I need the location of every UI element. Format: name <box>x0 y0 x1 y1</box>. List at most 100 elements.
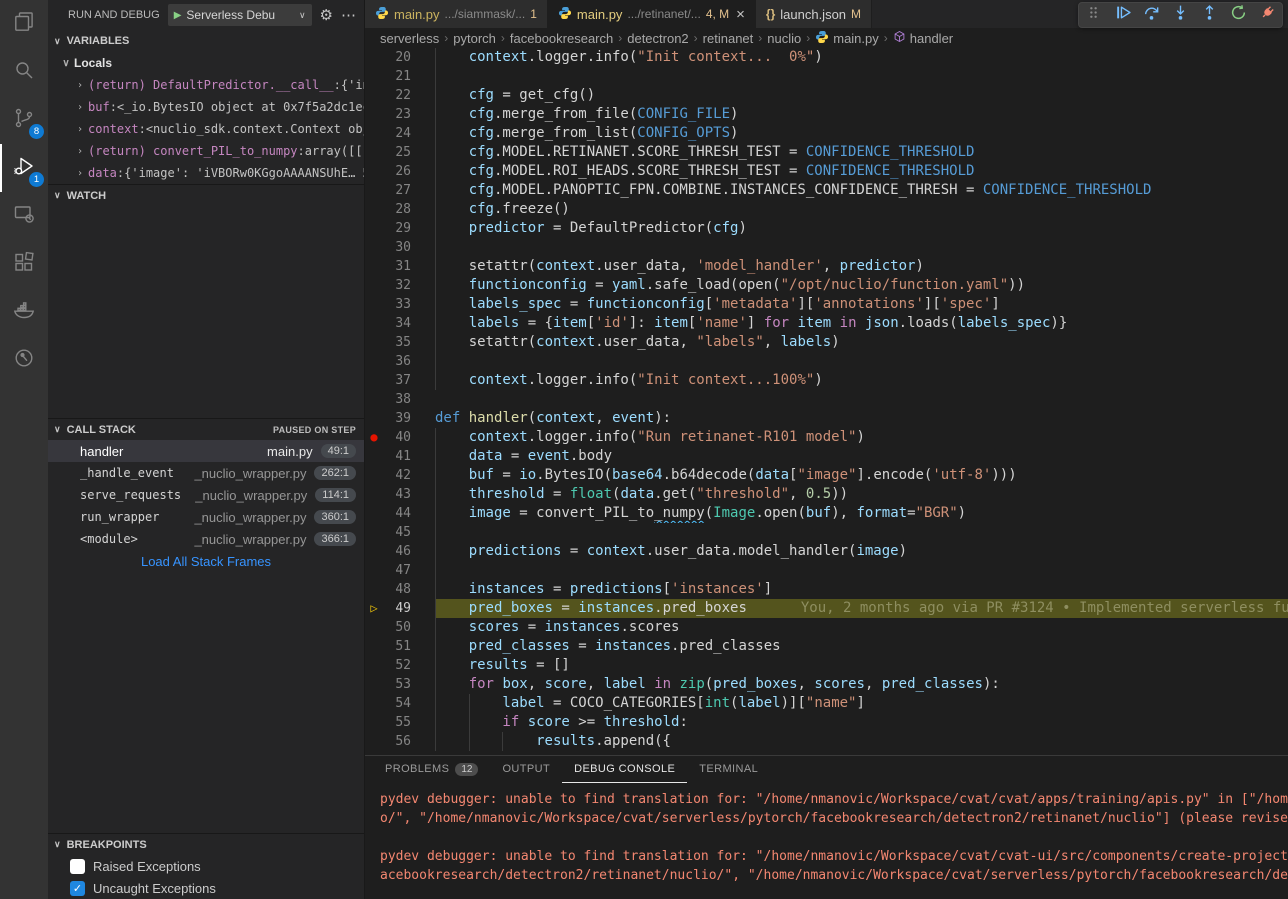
activity-extensions[interactable] <box>0 240 48 288</box>
code-line[interactable]: 28cfg.freeze() <box>365 200 1288 219</box>
gutter[interactable]: 37 <box>365 371 435 390</box>
step-over-button[interactable] <box>1143 4 1160 26</box>
gutter[interactable]: 45 <box>365 523 435 542</box>
code-line[interactable]: 56results.append({ <box>365 732 1288 751</box>
code-text[interactable]: predictions = context.user_data.model_ha… <box>435 542 1288 561</box>
code-line[interactable]: 35setattr(context.user_data, "labels", l… <box>365 333 1288 352</box>
code-text[interactable]: cfg = get_cfg() <box>435 86 1288 105</box>
gutter[interactable]: ▷49 <box>365 599 435 618</box>
step-into-button[interactable] <box>1172 4 1189 26</box>
code-line[interactable]: 22cfg = get_cfg() <box>365 86 1288 105</box>
code-text[interactable] <box>435 561 1288 580</box>
code-line[interactable]: 51pred_classes = instances.pred_classes <box>365 637 1288 656</box>
gutter[interactable]: 23 <box>365 105 435 124</box>
variable-row[interactable]: ›context: <nuclio_sdk.context.Context ob… <box>48 118 364 140</box>
code-text[interactable]: context.logger.info("Run retinanet-R101 … <box>435 428 1288 447</box>
gutter[interactable]: 21 <box>365 67 435 86</box>
variable-row[interactable]: ›(return) DefaultPredictor.__call__: {'i… <box>48 74 364 96</box>
code-text[interactable]: data = event.body <box>435 447 1288 466</box>
breadcrumb-item-main.py[interactable]: main.py <box>815 30 879 47</box>
code-line[interactable]: 23cfg.merge_from_file(CONFIG_FILE) <box>365 105 1288 124</box>
breakpoint-row[interactable]: Raised Exceptions <box>48 855 364 877</box>
code-text[interactable]: threshold = float(data.get("threshold", … <box>435 485 1288 504</box>
gutter[interactable]: 43 <box>365 485 435 504</box>
code-line[interactable]: ●40context.logger.info("Run retinanet-R1… <box>365 428 1288 447</box>
code-line[interactable]: 25cfg.MODEL.RETINANET.SCORE_THRESH_TEST … <box>365 143 1288 162</box>
code-line[interactable]: 47 <box>365 561 1288 580</box>
stack-frame-row[interactable]: run_wrapper_nuclio_wrapper.py360:1 <box>48 506 364 528</box>
code-line[interactable]: 29predictor = DefaultPredictor(cfg) <box>365 219 1288 238</box>
gutter[interactable]: 52 <box>365 656 435 675</box>
gutter[interactable]: 25 <box>365 143 435 162</box>
gutter[interactable]: 44 <box>365 504 435 523</box>
checkbox-unchecked[interactable] <box>70 859 85 874</box>
breadcrumb-item-detectron2[interactable]: detectron2 <box>627 31 688 46</box>
code-line[interactable]: 24cfg.merge_from_list(CONFIG_OPTS) <box>365 124 1288 143</box>
code-line[interactable]: ▷49pred_boxes = instances.pred_boxesYou,… <box>365 599 1288 618</box>
code-line[interactable]: 53for box, score, label in zip(pred_boxe… <box>365 675 1288 694</box>
code-text[interactable]: predictor = DefaultPredictor(cfg) <box>435 219 1288 238</box>
gutter[interactable]: 48 <box>365 580 435 599</box>
code-text[interactable]: cfg.merge_from_file(CONFIG_FILE) <box>435 105 1288 124</box>
stack-frame-row[interactable]: <module>_nuclio_wrapper.py366:1 <box>48 528 364 550</box>
gutter[interactable]: 20 <box>365 48 435 67</box>
activity-docker[interactable] <box>0 288 48 336</box>
code-text[interactable]: for box, score, label in zip(pred_boxes,… <box>435 675 1288 694</box>
code-line[interactable]: 26cfg.MODEL.ROI_HEADS.SCORE_THRESH_TEST … <box>365 162 1288 181</box>
code-line[interactable]: 30 <box>365 238 1288 257</box>
code-line[interactable]: 32functionconfig = yaml.safe_load(open("… <box>365 276 1288 295</box>
code-text[interactable]: setattr(context.user_data, 'model_handle… <box>435 257 1288 276</box>
variables-section-header[interactable]: ∨ VARIABLES <box>48 30 364 52</box>
code-text[interactable] <box>435 390 1288 409</box>
code-text[interactable]: pred_boxes = instances.pred_boxesYou, 2 … <box>435 599 1288 618</box>
continue-button[interactable] <box>1114 4 1131 26</box>
panel-tab-debug-console[interactable]: DEBUG CONSOLE <box>562 756 687 783</box>
stack-frame-row[interactable]: _handle_event_nuclio_wrapper.py262:1 <box>48 462 364 484</box>
gutter[interactable]: 54 <box>365 694 435 713</box>
code-line[interactable]: 33labels_spec = functionconfig['metadata… <box>365 295 1288 314</box>
checkbox-checked[interactable]: ✓ <box>70 881 85 896</box>
breadcrumb-item-pytorch[interactable]: pytorch <box>453 31 496 46</box>
restart-button[interactable] <box>1230 4 1247 26</box>
breadcrumb-item-serverless[interactable]: serverless <box>380 31 439 46</box>
breadcrumb-item-facebookresearch[interactable]: facebookresearch <box>510 31 613 46</box>
code-text[interactable]: labels = {item['id']: item['name'] for i… <box>435 314 1288 333</box>
gutter[interactable]: 22 <box>365 86 435 105</box>
gutter[interactable]: 33 <box>365 295 435 314</box>
gutter[interactable]: 47 <box>365 561 435 580</box>
breadcrumb-item-handler[interactable]: handler <box>893 30 953 46</box>
gutter[interactable]: 32 <box>365 276 435 295</box>
code-text[interactable]: context.logger.info("Init context...100%… <box>435 371 1288 390</box>
code-line[interactable]: 54label = COCO_CATEGORIES[int(label)]["n… <box>365 694 1288 713</box>
code-line[interactable]: 45 <box>365 523 1288 542</box>
code-text[interactable]: label = COCO_CATEGORIES[int(label)]["nam… <box>435 694 1288 713</box>
code-text[interactable]: image = convert_PIL_to_numpy(Image.open(… <box>435 504 1288 523</box>
code-text[interactable]: if score >= threshold: <box>435 713 1288 732</box>
panel-tab-output[interactable]: OUTPUT <box>490 756 562 783</box>
code-line[interactable]: 41data = event.body <box>365 447 1288 466</box>
gutter[interactable]: ●40 <box>365 428 435 447</box>
gear-icon[interactable]: ⚙ <box>320 8 333 23</box>
code-line[interactable]: 36 <box>365 352 1288 371</box>
code-text[interactable]: instances = predictions['instances'] <box>435 580 1288 599</box>
gutter[interactable]: 55 <box>365 713 435 732</box>
code-line[interactable]: 50scores = instances.scores <box>365 618 1288 637</box>
code-text[interactable]: pred_classes = instances.pred_classes <box>435 637 1288 656</box>
gutter[interactable]: 56 <box>365 732 435 751</box>
gutter[interactable]: 53 <box>365 675 435 694</box>
code-line[interactable]: 20context.logger.info("Init context... 0… <box>365 48 1288 67</box>
activity-gitlens[interactable] <box>0 336 48 384</box>
code-line[interactable]: 21 <box>365 67 1288 86</box>
code-text[interactable]: functionconfig = yaml.safe_load(open("/o… <box>435 276 1288 295</box>
code-line[interactable]: 43threshold = float(data.get("threshold"… <box>365 485 1288 504</box>
code-text[interactable]: setattr(context.user_data, "labels", lab… <box>435 333 1288 352</box>
code-text[interactable] <box>435 238 1288 257</box>
code-text[interactable]: cfg.MODEL.RETINANET.SCORE_THRESH_TEST = … <box>435 143 1288 162</box>
variable-row[interactable]: ›data: {'image': 'iVBORw0KGgoAAAANSUhE… … <box>48 162 364 184</box>
code-text[interactable] <box>435 67 1288 86</box>
editor-tab-launch.json[interactable]: {}launch.jsonM <box>756 0 872 28</box>
code-text[interactable]: context.logger.info("Init context... 0%"… <box>435 48 1288 67</box>
code-line[interactable]: 37context.logger.info("Init context...10… <box>365 371 1288 390</box>
panel-tab-terminal[interactable]: TERMINAL <box>687 756 770 783</box>
breadcrumb-item-retinanet[interactable]: retinanet <box>703 31 754 46</box>
